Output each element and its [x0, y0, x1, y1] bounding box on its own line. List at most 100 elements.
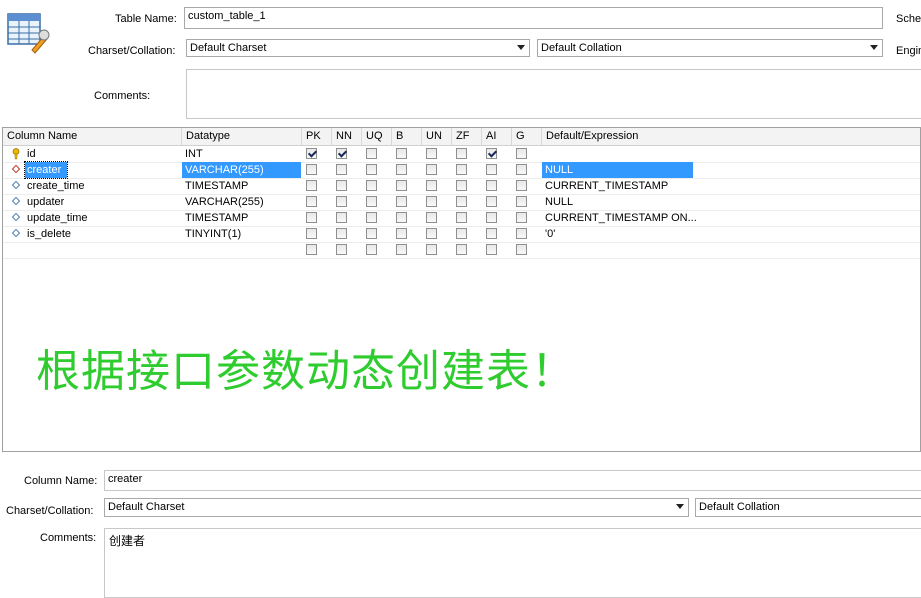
column-charset-select[interactable]: Default Charset [104, 498, 689, 517]
checkbox-un[interactable] [426, 244, 437, 255]
checkbox-pk[interactable] [306, 164, 317, 175]
table-row[interactable]: creater VARCHAR(255) NULL [3, 161, 920, 179]
checkbox-nn[interactable] [336, 148, 347, 159]
checkbox-zf[interactable] [456, 196, 467, 207]
checkbox-pk[interactable] [306, 180, 317, 191]
checkbox-uq[interactable] [366, 180, 377, 191]
checkbox-ai[interactable] [486, 180, 497, 191]
columns-grid[interactable]: Column Name Datatype PK NN UQ B UN ZF AI… [2, 127, 921, 452]
checkbox-pk[interactable] [306, 148, 317, 159]
cell-column-name[interactable]: is_delete [25, 226, 71, 242]
checkbox-uq[interactable] [366, 196, 377, 207]
cell-default-expression[interactable] [542, 146, 545, 162]
table-row[interactable]: create_time TIMESTAMP CURRENT_TIMESTAMP [3, 178, 920, 195]
table-row[interactable]: is_delete TINYINT(1) '0' [3, 226, 920, 243]
checkbox-ai[interactable] [486, 148, 497, 159]
header-ai[interactable]: AI [482, 128, 512, 145]
cell-default-expression[interactable] [542, 242, 545, 258]
header-g[interactable]: G [512, 128, 542, 145]
column-name-input[interactable]: creater [104, 470, 921, 491]
checkbox-ai[interactable] [486, 164, 497, 175]
checkbox-b[interactable] [396, 164, 407, 175]
table-row[interactable]: update_time TIMESTAMP CURRENT_TIMESTAMP ON… [3, 210, 920, 227]
checkbox-un[interactable] [426, 212, 437, 223]
cell-column-name[interactable]: creater [24, 161, 68, 179]
checkbox-nn[interactable] [336, 180, 347, 191]
checkbox-nn[interactable] [336, 196, 347, 207]
header-uq[interactable]: UQ [362, 128, 392, 145]
header-pk[interactable]: PK [302, 128, 332, 145]
checkbox-b[interactable] [396, 228, 407, 239]
header-b[interactable]: B [392, 128, 422, 145]
checkbox-uq[interactable] [366, 228, 377, 239]
checkbox-nn[interactable] [336, 244, 347, 255]
cell-datatype[interactable]: TIMESTAMP [182, 210, 248, 226]
table-row[interactable]: id INT [3, 146, 920, 163]
checkbox-pk[interactable] [306, 228, 317, 239]
cell-datatype[interactable]: VARCHAR(255) [182, 162, 301, 178]
cell-column-name[interactable]: updater [25, 194, 64, 210]
checkbox-ai[interactable] [486, 244, 497, 255]
checkbox-zf[interactable] [456, 228, 467, 239]
column-collation-select[interactable]: Default Collation [695, 498, 921, 517]
cell-default-expression[interactable]: CURRENT_TIMESTAMP [542, 178, 668, 194]
checkbox-pk[interactable] [306, 196, 317, 207]
checkbox-g[interactable] [516, 148, 527, 159]
cell-default-expression[interactable]: NULL [542, 162, 693, 178]
checkbox-g[interactable] [516, 228, 527, 239]
cell-datatype[interactable]: VARCHAR(255) [182, 194, 264, 210]
checkbox-zf[interactable] [456, 148, 467, 159]
checkbox-un[interactable] [426, 180, 437, 191]
checkbox-ai[interactable] [486, 228, 497, 239]
charset-select[interactable]: Default Charset [186, 39, 530, 57]
cell-column-name[interactable]: create_time [25, 178, 84, 194]
checkbox-b[interactable] [396, 180, 407, 191]
checkbox-uq[interactable] [366, 212, 377, 223]
checkbox-pk[interactable] [306, 212, 317, 223]
checkbox-zf[interactable] [456, 180, 467, 191]
checkbox-nn[interactable] [336, 228, 347, 239]
checkbox-zf[interactable] [456, 212, 467, 223]
header-datatype[interactable]: Datatype [182, 128, 302, 145]
checkbox-zf[interactable] [456, 164, 467, 175]
checkbox-g[interactable] [516, 180, 527, 191]
checkbox-pk[interactable] [306, 244, 317, 255]
checkbox-un[interactable] [426, 148, 437, 159]
checkbox-b[interactable] [396, 196, 407, 207]
checkbox-un[interactable] [426, 196, 437, 207]
checkbox-g[interactable] [516, 244, 527, 255]
checkbox-b[interactable] [396, 244, 407, 255]
checkbox-zf[interactable] [456, 244, 467, 255]
cell-datatype[interactable]: TIMESTAMP [182, 178, 248, 194]
checkbox-uq[interactable] [366, 164, 377, 175]
collation-select[interactable]: Default Collation [537, 39, 883, 57]
checkbox-b[interactable] [396, 148, 407, 159]
table-row[interactable] [3, 242, 920, 259]
checkbox-uq[interactable] [366, 148, 377, 159]
table-name-input[interactable]: custom_table_1 [184, 7, 883, 29]
header-default-expression[interactable]: Default/Expression [542, 128, 920, 145]
header-zf[interactable]: ZF [452, 128, 482, 145]
checkbox-nn[interactable] [336, 212, 347, 223]
header-nn[interactable]: NN [332, 128, 362, 145]
checkbox-g[interactable] [516, 212, 527, 223]
table-row[interactable]: updater VARCHAR(255) NULL [3, 194, 920, 211]
checkbox-ai[interactable] [486, 196, 497, 207]
cell-datatype[interactable]: INT [182, 146, 203, 162]
checkbox-g[interactable] [516, 164, 527, 175]
cell-column-name[interactable] [25, 242, 27, 258]
checkbox-g[interactable] [516, 196, 527, 207]
column-comments-textarea[interactable]: 创建者 [104, 528, 921, 598]
header-un[interactable]: UN [422, 128, 452, 145]
checkbox-b[interactable] [396, 212, 407, 223]
cell-datatype[interactable] [182, 242, 185, 258]
cell-datatype[interactable]: TINYINT(1) [182, 226, 241, 242]
cell-default-expression[interactable]: NULL [542, 194, 573, 210]
cell-default-expression[interactable]: CURRENT_TIMESTAMP ON... [542, 210, 697, 226]
cell-column-name[interactable]: id [25, 146, 36, 162]
checkbox-nn[interactable] [336, 164, 347, 175]
cell-column-name[interactable]: update_time [25, 210, 88, 226]
checkbox-ai[interactable] [486, 212, 497, 223]
checkbox-un[interactable] [426, 164, 437, 175]
cell-default-expression[interactable]: '0' [542, 226, 555, 242]
